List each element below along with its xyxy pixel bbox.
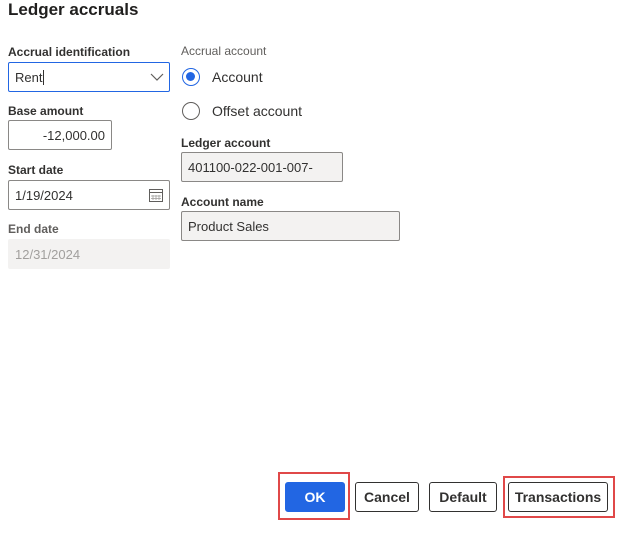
ledger-account-label: Ledger account [181,136,271,150]
ok-button[interactable]: OK [285,482,345,512]
cancel-button[interactable]: Cancel [355,482,419,512]
calendar-icon[interactable] [148,187,164,203]
accrual-identification-value: Rent [15,69,43,85]
text-cursor [43,69,45,85]
radio-account[interactable]: Account [182,68,263,86]
base-amount-label: Base amount [8,104,84,118]
accrual-identification-select[interactable]: Rent [8,62,170,92]
transactions-button[interactable]: Transactions [508,482,608,512]
end-date-label: End date [8,222,59,236]
account-name-field[interactable]: Product Sales [181,211,400,241]
ledger-account-field[interactable]: 401100-022-001-007- [181,152,343,182]
account-name-label: Account name [181,195,264,209]
accrual-identification-label: Accrual identification [8,45,131,59]
end-date-input: 12/31/2024 [8,239,170,269]
start-date-input[interactable]: 1/19/2024 [8,180,170,210]
start-date-value: 1/19/2024 [15,187,73,203]
accrual-account-label: Accrual account [181,44,267,58]
default-button[interactable]: Default [429,482,497,512]
radio-account-label: Account [212,69,263,85]
radio-offset-account-label: Offset account [212,103,303,119]
radio-offset-account[interactable]: Offset account [182,102,302,120]
chevron-down-icon[interactable] [150,71,164,83]
radio-offset-account-indicator[interactable] [182,102,200,120]
base-amount-input[interactable]: -12,000.00 [8,120,112,150]
start-date-label: Start date [8,163,64,177]
radio-account-indicator[interactable] [182,68,200,86]
dialog-title: Ledger accruals [8,0,139,19]
